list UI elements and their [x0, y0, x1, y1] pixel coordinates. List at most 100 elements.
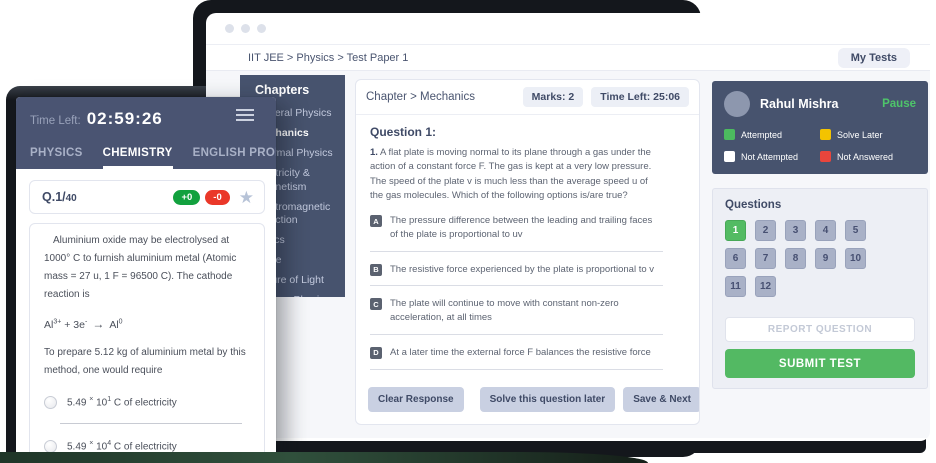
- legend-swatch-yellow: [820, 129, 831, 140]
- question-cell-11[interactable]: 11: [725, 276, 746, 297]
- legend-swatch-green: [724, 129, 735, 140]
- question-body: Question 1: 1. A flat plate is moving no…: [356, 115, 699, 377]
- question-number-grid: 1 2 3 4 5 6 7 8 9 10 11 12: [725, 220, 915, 297]
- mobile-test-screen: Time Left: 02:59:26 PHYSICS CHEMISTRY EN…: [16, 97, 276, 463]
- question-cell-10[interactable]: 10: [845, 248, 866, 269]
- option-letter-badge: A: [370, 215, 382, 227]
- question-cell-5[interactable]: 5: [845, 220, 866, 241]
- arrow-icon: →: [92, 317, 104, 331]
- question-cell-2[interactable]: 2: [755, 220, 776, 241]
- window-control-dot[interactable]: [225, 24, 234, 33]
- solve-later-button[interactable]: Solve this question later: [480, 387, 616, 412]
- question-number: 1.: [370, 147, 378, 158]
- legend-not-answered: Not Answered: [820, 151, 916, 162]
- question-cell-8[interactable]: 8: [785, 248, 806, 269]
- answer-option-d: D At a later time the external force F b…: [370, 346, 663, 370]
- question-cell-1[interactable]: 1: [725, 220, 746, 241]
- answer-option-d-row[interactable]: D At a later time the external force F b…: [370, 346, 663, 360]
- subject-tabs: PHYSICS CHEMISTRY ENGLISH PROFICIENCY: [16, 147, 276, 169]
- option-letter-badge: B: [370, 264, 382, 276]
- marks-badge: Marks: 2: [523, 87, 584, 107]
- tab-chemistry[interactable]: CHEMISTRY: [103, 147, 173, 169]
- divider: [60, 423, 242, 424]
- bookmark-star-icon[interactable]: ★: [239, 189, 254, 206]
- answer-option-c-row[interactable]: C The plate will continue to move with c…: [370, 297, 663, 325]
- questions-title: Questions: [725, 199, 915, 211]
- divider: [370, 251, 663, 252]
- user-card: Rahul Mishra Pause Attempted Solve Later…: [712, 81, 928, 174]
- question-footer: Clear Response Solve this question later…: [356, 377, 699, 424]
- browser-chrome: [206, 13, 930, 45]
- question-cell-4[interactable]: 4: [815, 220, 836, 241]
- question-cell-6[interactable]: 6: [725, 248, 746, 269]
- option-letter-badge: C: [370, 298, 382, 310]
- legend-label: Attempted: [741, 130, 782, 140]
- radio-icon[interactable]: [44, 396, 57, 409]
- mobile-option-1[interactable]: 5.49 × 101 C of electricity: [44, 396, 252, 409]
- window-control-dot[interactable]: [257, 24, 266, 33]
- legend-swatch-red: [820, 151, 831, 162]
- tab-physics[interactable]: PHYSICS: [30, 147, 83, 169]
- legend-swatch-white: [724, 151, 735, 162]
- desk-edge-decoration: [0, 452, 648, 463]
- chapter-breadcrumb: Chapter > Mechanics: [366, 91, 515, 103]
- time-left-label: Time Left:: [30, 115, 81, 127]
- option-text: The pressure difference between the lead…: [390, 214, 658, 242]
- positive-marks-badge: +0: [173, 190, 200, 205]
- answer-option-b: B The resistive force experienced by the…: [370, 263, 663, 287]
- pause-button[interactable]: Pause: [882, 98, 916, 110]
- question-title: Question 1:: [370, 125, 683, 139]
- avatar: [724, 91, 750, 117]
- legend-attempted: Attempted: [724, 129, 820, 140]
- mobile-question-header-card: Q.1/40 +0 -0 ★: [29, 180, 265, 214]
- clear-response-button[interactable]: Clear Response: [368, 387, 464, 412]
- mobile-question-card: Aluminium oxide may be electrolysed at 1…: [29, 223, 265, 463]
- menu-icon[interactable]: [236, 109, 254, 124]
- mobile-header: Time Left: 02:59:26 PHYSICS CHEMISTRY EN…: [16, 97, 276, 169]
- mobile-body: Q.1/40 +0 -0 ★ Aluminium oxide may be el…: [16, 169, 276, 463]
- answer-option-a: A The pressure difference between the le…: [370, 214, 663, 252]
- legend-solve-later: Solve Later: [820, 129, 916, 140]
- save-next-button[interactable]: Save & Next: [623, 387, 700, 412]
- question-cell-3[interactable]: 3: [785, 220, 806, 241]
- time-left-badge: Time Left: 25:06: [591, 87, 689, 107]
- question-card: Chapter > Mechanics Marks: 2 Time Left: …: [355, 79, 700, 425]
- window-control-dot[interactable]: [241, 24, 250, 33]
- sidebar-title: Chapters: [255, 83, 341, 97]
- answer-option-a-row[interactable]: A The pressure difference between the le…: [370, 214, 663, 242]
- submit-test-button[interactable]: SUBMIT TEST: [725, 349, 915, 378]
- mobile-question-prompt: To prepare 5.12 kg of aluminium metal by…: [44, 344, 252, 380]
- mobile-option-label: 5.49 × 104 C of electricity: [67, 440, 177, 452]
- user-name: Rahul Mishra: [760, 97, 839, 111]
- status-legend: Attempted Solve Later Not Attempted Not …: [724, 129, 916, 162]
- question-cell-9[interactable]: 9: [815, 248, 836, 269]
- timer-value: 02:59:26: [87, 109, 163, 129]
- mobile-question-text: Aluminium oxide may be electrolysed at 1…: [44, 232, 252, 304]
- question-cell-12[interactable]: 12: [755, 276, 776, 297]
- breadcrumb[interactable]: IIT JEE > Physics > Test Paper 1: [248, 52, 408, 64]
- answer-option-b-row[interactable]: B The resistive force experienced by the…: [370, 263, 663, 277]
- question-text: 1. A flat plate is moving normal to its …: [370, 146, 662, 203]
- browser-window: IIT JEE > Physics > Test Paper 1 My Test…: [206, 13, 930, 441]
- mobile-option-label: 5.49 × 101 C of electricity: [67, 396, 177, 408]
- right-panel: Rahul Mishra Pause Attempted Solve Later…: [712, 81, 928, 389]
- report-question-button[interactable]: REPORT QUESTION: [725, 317, 915, 342]
- question-cell-7[interactable]: 7: [755, 248, 776, 269]
- tab-english-proficiency[interactable]: ENGLISH PROFICIENCY: [193, 147, 276, 169]
- breadcrumb-bar: IIT JEE > Physics > Test Paper 1 My Test…: [206, 45, 930, 71]
- divider: [370, 285, 663, 286]
- option-text: The resistive force experienced by the p…: [390, 263, 654, 277]
- question-counter: Q.1/40: [42, 190, 77, 204]
- divider: [370, 369, 663, 370]
- divider: [370, 334, 663, 335]
- legend-label: Not Answered: [837, 152, 893, 162]
- legend-label: Solve Later: [837, 130, 883, 140]
- legend-label: Not Attempted: [741, 152, 798, 162]
- answer-option-c: C The plate will continue to move with c…: [370, 297, 663, 335]
- option-text: The plate will continue to move with con…: [390, 297, 658, 325]
- questions-panel: Questions 1 2 3 4 5 6 7 8 9 10 11 12 REP…: [712, 188, 928, 389]
- my-tests-button[interactable]: My Tests: [838, 48, 910, 68]
- legend-not-attempted: Not Attempted: [724, 151, 820, 162]
- option-letter-badge: D: [370, 347, 382, 359]
- option-text: At a later time the external force F bal…: [390, 346, 651, 360]
